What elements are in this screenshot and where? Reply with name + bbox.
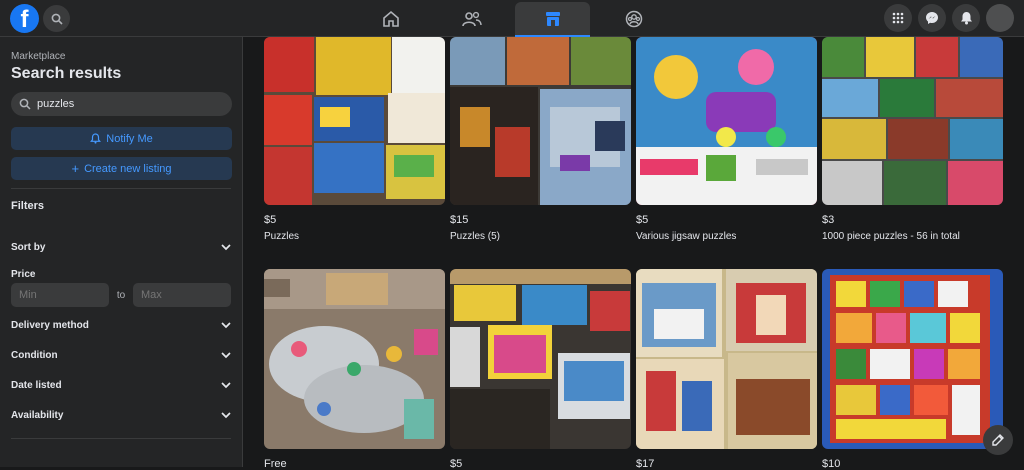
listing-photo[interactable] [450, 37, 631, 205]
listing-card[interactable]: Free [264, 269, 445, 470]
puzzle-box-photo [822, 269, 1003, 449]
search-button[interactable] [43, 5, 70, 32]
account-controls [884, 4, 1014, 32]
date-listed-filter[interactable]: Date listed [11, 370, 231, 400]
bell-icon [960, 12, 972, 25]
nav-friends[interactable] [434, 0, 509, 37]
messenger-icon [926, 12, 938, 24]
notifications-button[interactable] [952, 4, 980, 32]
puzzle-boxes-photo [264, 37, 445, 205]
marketplace-sidebar: Marketplace Search results Notify Me + C… [0, 37, 243, 467]
listing-card[interactable]: $17 [636, 269, 817, 470]
chevron-down-icon [221, 243, 231, 250]
listing-title: Puzzles (5) [450, 231, 501, 242]
price-min-input[interactable] [11, 283, 109, 307]
bell-icon [90, 133, 102, 144]
menu-button[interactable] [884, 4, 912, 32]
listing-card[interactable]: $5 Puzzles [264, 37, 445, 242]
date-listed-label: Date listed [11, 379, 62, 391]
listing-price: Free [264, 458, 287, 470]
condition-filter[interactable]: Condition [11, 340, 231, 370]
listing-photo[interactable] [636, 37, 817, 205]
price-max-input[interactable] [133, 283, 231, 307]
main-nav [353, 0, 677, 37]
compose-icon [992, 434, 1004, 446]
price-to-label: to [116, 289, 126, 301]
listing-price: $3 [822, 214, 835, 226]
puzzle-boxes-photo [822, 37, 1003, 205]
sort-by-label: Sort by [11, 241, 46, 253]
listing-photo[interactable] [264, 269, 445, 449]
price-range: to [11, 283, 231, 307]
marketplace-icon [545, 11, 560, 26]
puzzle-box-photo [636, 37, 817, 205]
groups-icon [625, 10, 642, 27]
sort-by-filter[interactable]: Sort by [11, 232, 231, 262]
listing-card[interactable]: $5 [450, 269, 631, 470]
chevron-down-icon [221, 411, 231, 418]
facebook-logo[interactable]: f [10, 4, 39, 33]
page-title: Search results [11, 65, 122, 82]
chevron-down-icon [221, 381, 231, 388]
puzzle-boxes-photo [450, 269, 631, 449]
listing-card[interactable]: $10 [822, 269, 1003, 470]
listing-photo[interactable] [636, 269, 817, 449]
create-listing-button[interactable]: + Create new listing [11, 157, 232, 180]
chevron-down-icon [221, 351, 231, 358]
create-listing-label: Create new listing [84, 162, 172, 175]
listing-title: 1000 piece puzzles - 56 in total [822, 231, 960, 242]
search-input[interactable] [37, 98, 217, 110]
search-icon [19, 98, 31, 110]
notify-me-label: Notify Me [106, 132, 153, 145]
listing-photo[interactable] [264, 37, 445, 205]
nav-marketplace[interactable] [515, 2, 590, 37]
grid-menu-icon [892, 12, 904, 24]
listing-card[interactable]: $15 Puzzles (5) [450, 37, 631, 242]
nav-groups[interactable] [596, 0, 671, 37]
search-icon [51, 13, 63, 25]
marketplace-search[interactable] [11, 92, 232, 116]
home-icon [382, 10, 399, 27]
listing-price: $15 [450, 214, 469, 226]
nav-home[interactable] [353, 0, 428, 37]
puzzle-boxes-photo [636, 269, 817, 449]
listing-title: Various jigsaw puzzles [636, 231, 737, 242]
listing-card[interactable]: $5 Various jigsaw puzzles [636, 37, 817, 242]
delivery-method-filter[interactable]: Delivery method [11, 310, 231, 340]
listing-price: $5 [450, 458, 463, 470]
delivery-method-label: Delivery method [11, 319, 89, 331]
top-navigation-bar: f [0, 0, 1024, 37]
availability-filter[interactable]: Availability [11, 400, 231, 430]
chevron-down-icon [221, 321, 231, 328]
profile-avatar[interactable] [986, 4, 1014, 32]
notify-me-button[interactable]: Notify Me [11, 127, 232, 150]
listing-card[interactable]: $3 1000 piece puzzles - 56 in total [822, 37, 1003, 242]
listing-price: $5 [636, 214, 649, 226]
price-label: Price [11, 269, 36, 280]
listing-price: $10 [822, 458, 841, 470]
condition-label: Condition [11, 349, 58, 361]
listing-price: $17 [636, 458, 655, 470]
breadcrumb[interactable]: Marketplace [11, 51, 231, 62]
divider [11, 188, 231, 189]
listing-photo[interactable] [822, 269, 1003, 449]
compose-button[interactable] [983, 425, 1013, 455]
plus-icon: + [71, 161, 80, 176]
availability-label: Availability [11, 409, 64, 421]
divider [11, 438, 231, 439]
messenger-button[interactable] [918, 4, 946, 32]
listing-price: $5 [264, 214, 277, 226]
filters-heading: Filters [11, 200, 45, 212]
listing-title: Puzzles [264, 231, 300, 242]
puzzle-boxes-photo [450, 37, 631, 205]
friends-icon [461, 11, 482, 26]
listing-photo[interactable] [450, 269, 631, 449]
puzzle-bags-photo [264, 269, 445, 449]
listing-photo[interactable] [822, 37, 1003, 205]
